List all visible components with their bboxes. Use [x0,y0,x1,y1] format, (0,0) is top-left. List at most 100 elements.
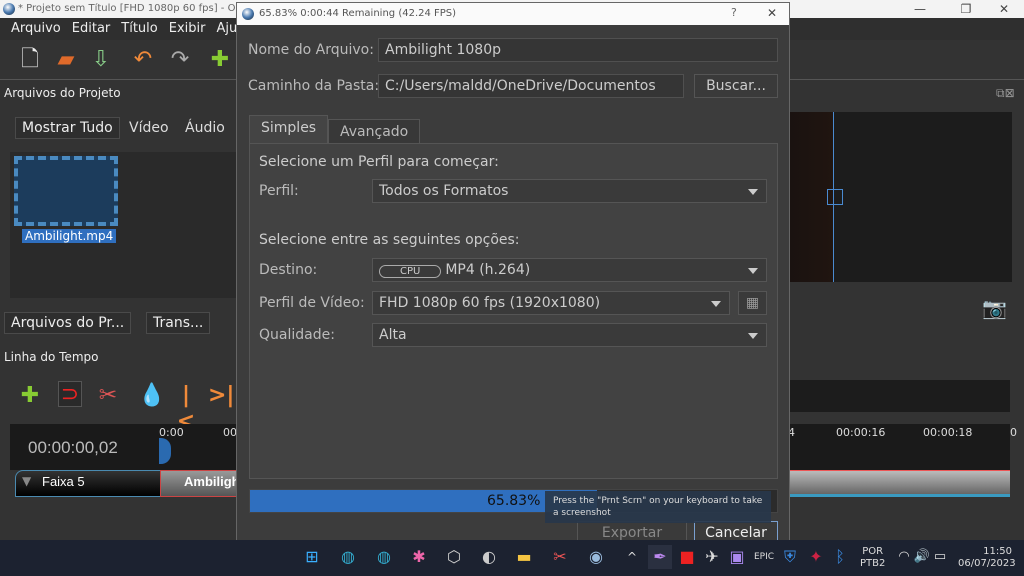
time: 11:50 [983,546,1012,557]
filter-audio[interactable]: Áudio [185,120,225,136]
profile-details-icon[interactable]: ▦ [738,291,767,315]
app-icon[interactable]: ⬡ [442,545,466,569]
battery-icon[interactable]: ▭ [928,545,952,569]
undo-icon[interactable]: ↶ [131,47,155,73]
maximize-button[interactable]: ❐ [946,0,986,18]
current-time: 00:00:00,02 [28,438,118,457]
tray-feather-icon[interactable]: ✒ [648,545,672,569]
target-select[interactable]: CPU MP4 (h.264) [372,258,767,282]
dialog-title-bar: 65.83% 0:00:44 Remaining (42.24 FPS) [237,3,789,25]
file-thumbnail[interactable] [14,156,118,226]
chevron-down-icon [748,268,758,274]
openshot-logo-icon [242,8,254,20]
razor-scissors-icon[interactable]: ✂ [96,383,120,409]
start-icon[interactable]: ⊞ [300,545,324,569]
tab-transitions[interactable]: Trans... [146,312,211,334]
dialog-title: 65.83% 0:00:44 Remaining (42.24 FPS) [259,8,457,19]
add-marker-icon[interactable]: 💧 [138,383,165,409]
video-profile-value: FHD 1080p 60 fps (1920x1080) [379,295,601,311]
openshot-taskbar-icon[interactable]: ◉ [584,545,608,569]
snap-magnet-icon[interactable]: ⊃ [58,381,82,407]
tab-advanced[interactable]: Avançado [328,119,421,144]
profile-value: Todos os Formatos [379,183,509,199]
quality-label: Qualidade: [259,327,335,343]
save-project-icon[interactable]: ⇩ [89,47,113,73]
tray-audio-app-icon[interactable]: ✦ [804,545,828,569]
progress-text: 65.83% [487,493,541,509]
target-label: Destino: [259,262,318,278]
openshot-logo-icon [3,3,15,15]
tooltip: Press the "Prnt Scrn" on your keyboard t… [545,491,771,523]
file-name[interactable]: Ambilight.mp4 [22,229,117,243]
folder-input[interactable]: C:/Users/maldd/OneDrive/Documentos [378,74,684,98]
open-project-icon[interactable]: ▰ [54,47,78,73]
chevron-down-icon [711,301,721,307]
camera-snapshot-icon[interactable]: 📷 [982,296,1007,320]
steam-icon[interactable]: ◐ [477,545,501,569]
previous-marker-icon[interactable]: |< [174,383,198,434]
video-profile-label: Perfil de Vídeo: [259,295,365,311]
edge-icon[interactable]: ◍ [336,545,360,569]
ruler-label: 0:00 [159,426,184,439]
profile-label: Perfil: [259,183,299,199]
target-value: MP4 (h.264) [445,262,531,278]
language-indicator[interactable]: POR PTB2 [860,546,885,570]
import-files-icon[interactable]: ✚ [208,47,232,73]
minimize-button[interactable]: — [900,0,940,18]
ruler-label: 0 [1010,426,1017,439]
timeline-title: Linha do Tempo [4,350,99,364]
tray-epic-icon[interactable]: EPIC [752,545,776,569]
file-name-label: Nome do Arquivo: [248,42,374,58]
menu-editar[interactable]: Editar [72,21,111,36]
video-profile-select[interactable]: FHD 1080p 60 fps (1920x1080) [372,291,730,315]
tray-monitor-icon[interactable]: ▣ [725,545,749,569]
next-marker-icon[interactable]: >| [208,383,234,409]
track-collapse-icon[interactable]: ▼ [22,474,31,488]
new-project-icon[interactable]: 🗋 [18,47,42,73]
profile-select[interactable]: Todos os Formatos [372,179,767,203]
file-explorer-icon[interactable]: ▬ [512,545,536,569]
menu-titulo[interactable]: Título [121,21,157,36]
ruler-label: 00 [223,426,237,439]
cpu-badge: CPU [379,265,442,278]
menu-arquivo[interactable]: Arquivo [11,21,61,36]
browse-button[interactable]: Buscar... [694,74,778,98]
project-files-title: Arquivos do Projeto [4,86,121,100]
help-button[interactable]: ? [731,6,737,19]
tray-security-icon[interactable]: ⛨ [778,545,802,569]
clip-name: Ambilight [184,474,244,489]
profile-heading: Selecione um Perfil para começar: [259,154,499,170]
dialog-close-button[interactable]: ✕ [767,6,777,20]
date: 06/07/2023 [958,558,1016,569]
edge-profile-icon[interactable]: ◍ [372,545,396,569]
tray-plane-icon[interactable]: ✈ [700,545,724,569]
options-heading: Selecione entre as seguintes opções: [259,232,520,248]
bluetooth-icon[interactable]: ᛒ [828,545,852,569]
dock-float-icon[interactable]: ⧉⊠ [996,86,1015,101]
add-track-icon[interactable]: ✚ [18,383,42,409]
file-name-input[interactable]: Ambilight 1080p [378,38,778,62]
ruler-label: 00:00:18 [923,426,973,439]
redo-icon[interactable]: ↷ [168,47,192,73]
chevron-down-icon [748,333,758,339]
slack-icon[interactable]: ✱ [407,545,431,569]
timeline-ruler [790,424,1010,470]
filter-video[interactable]: Vídeo [129,120,169,136]
tray-amd-icon[interactable]: ■ [675,545,699,569]
tab-simple[interactable]: Simples [249,115,329,143]
menu-exibir[interactable]: Exibir [169,21,206,36]
export-dialog: 65.83% 0:00:44 Remaining (42.24 FPS) ? ✕… [236,2,790,562]
track-name: Faixa 5 [42,474,85,489]
transform-handle[interactable] [827,189,843,205]
ruler-label: 00:00:16 [836,426,886,439]
filter-show-all[interactable]: Mostrar Tudo [15,117,120,139]
tab-project-files[interactable]: Arquivos do Pr... [4,312,132,334]
keyboard-layout: PTB2 [860,558,886,569]
close-window-button[interactable]: ✕ [984,0,1024,18]
show-hidden-icons[interactable]: ^ [620,545,644,569]
clip[interactable] [790,470,1010,497]
clock[interactable]: 11:50 06/07/2023 [958,546,1016,570]
snipping-tool-icon[interactable]: ✂ [548,545,572,569]
track-header[interactable] [15,470,161,497]
quality-select[interactable]: Alta [372,323,767,347]
